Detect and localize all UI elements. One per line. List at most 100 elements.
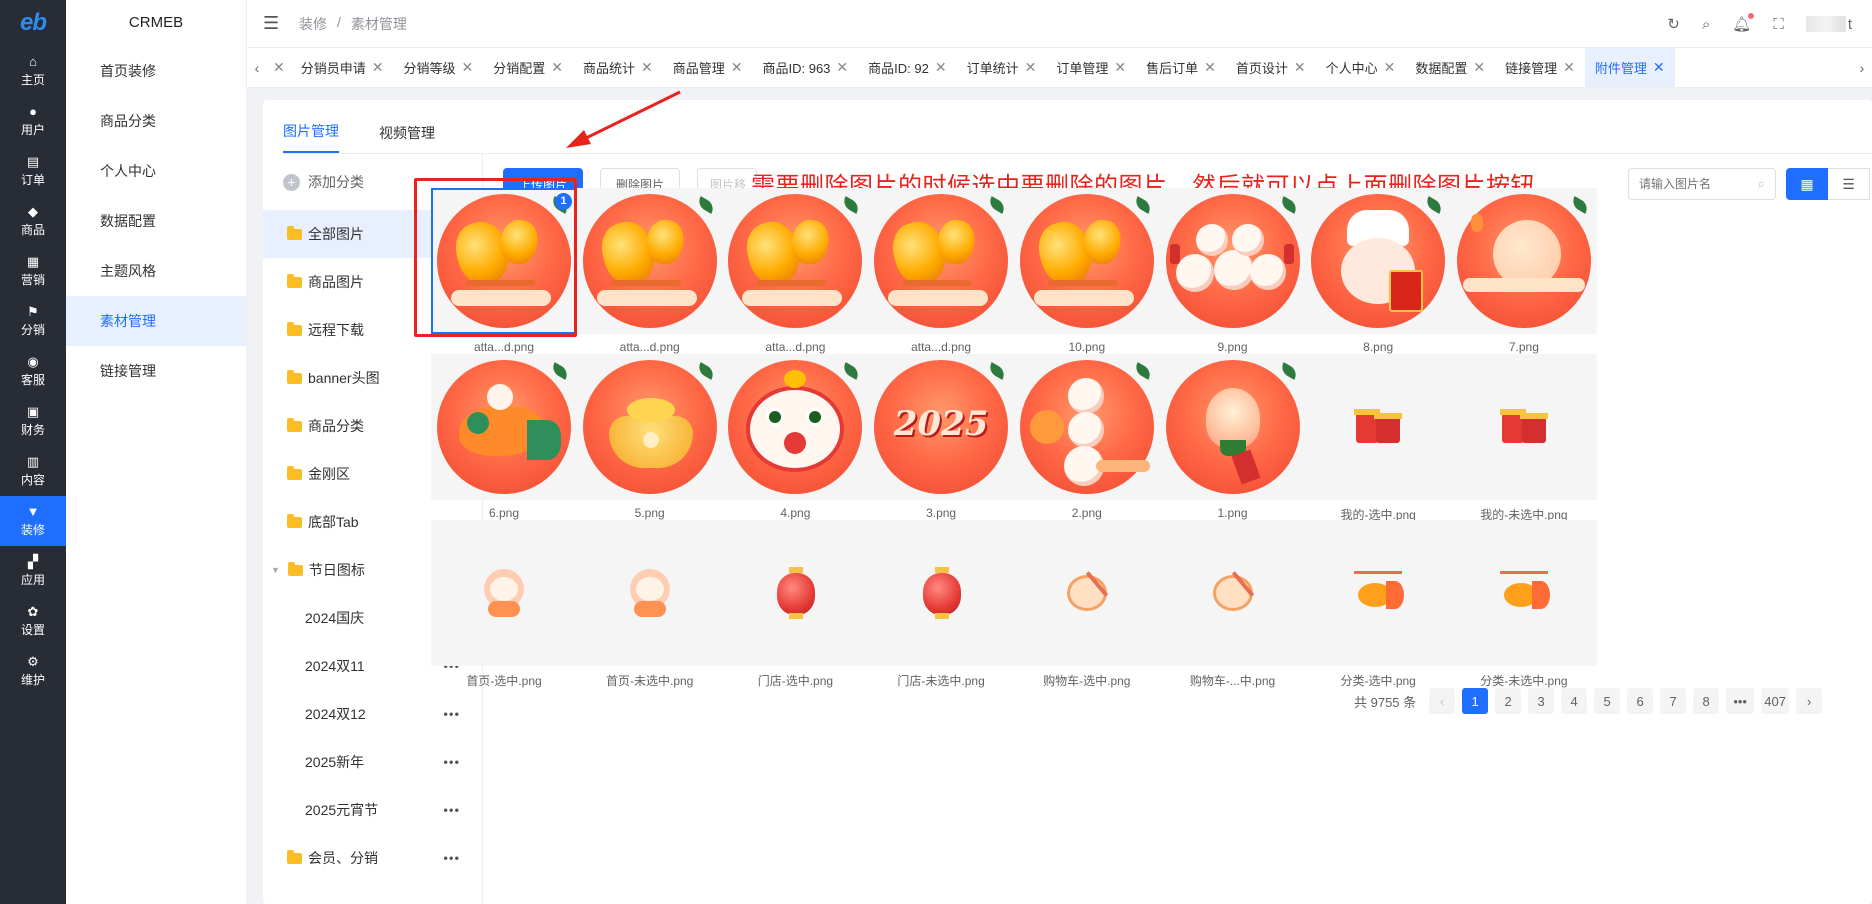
image-thumbnail[interactable]: 2025: [868, 354, 1015, 500]
page-button[interactable]: 407: [1761, 688, 1790, 714]
brand-logo[interactable]: eb: [0, 0, 66, 46]
image-thumbnail[interactable]: [1013, 188, 1160, 334]
tabs-scroll-left-icon[interactable]: ‹: [247, 60, 267, 76]
image-search-input[interactable]: [1639, 177, 1739, 191]
category-item[interactable]: 2025元宵节 •••: [263, 786, 482, 834]
rail-item-content[interactable]: ▥ 内容: [0, 446, 66, 496]
image-item[interactable]: 首页-选中.png: [431, 520, 577, 689]
image-thumbnail[interactable]: [431, 520, 577, 666]
more-icon[interactable]: •••: [443, 851, 460, 866]
close-icon[interactable]: ✕: [372, 59, 384, 76]
image-thumbnail[interactable]: [576, 520, 723, 666]
tab-video-management[interactable]: 视频管理: [379, 123, 435, 153]
search-icon[interactable]: ⌕: [1702, 16, 1710, 33]
image-item[interactable]: 门店-选中.png: [722, 520, 869, 689]
sub-menu-item[interactable]: 商品分类: [66, 96, 246, 146]
tab-item[interactable]: 商品统计 ✕: [573, 48, 663, 87]
sub-menu-item[interactable]: 链接管理: [66, 346, 246, 396]
close-icon[interactable]: ✕: [731, 59, 743, 76]
image-item[interactable]: 首页-未选中.png: [576, 520, 723, 689]
page-button[interactable]: 8: [1693, 688, 1720, 714]
image-thumbnail[interactable]: [1159, 520, 1306, 666]
image-thumbnail[interactable]: [868, 520, 1015, 666]
sub-menu-item[interactable]: 素材管理: [66, 296, 246, 346]
image-item[interactable]: 4.png: [722, 354, 869, 520]
caret-down-icon[interactable]: ▼: [271, 565, 280, 575]
close-icon[interactable]: ✕: [1653, 59, 1665, 76]
tab-item[interactable]: 个人中心 ✕: [1316, 48, 1406, 87]
page-button[interactable]: 6: [1627, 688, 1654, 714]
image-thumbnail[interactable]: [431, 354, 577, 500]
tab-item[interactable]: 分销等级 ✕: [393, 48, 483, 87]
image-thumbnail[interactable]: [868, 188, 1015, 334]
close-icon[interactable]: ✕: [1384, 59, 1396, 76]
image-thumbnail[interactable]: [1159, 354, 1306, 500]
menu-fold-icon[interactable]: ☰: [263, 13, 283, 34]
rail-item-user[interactable]: ● 用户: [0, 96, 66, 146]
category-item[interactable]: 2025新年 •••: [263, 738, 482, 786]
image-thumbnail[interactable]: [722, 354, 869, 500]
close-icon[interactable]: ✕: [1294, 59, 1306, 76]
tab-image-management[interactable]: 图片管理: [283, 121, 339, 153]
image-item[interactable]: 5.png: [576, 354, 723, 520]
rail-item-home[interactable]: ⌂ 主页: [0, 46, 66, 96]
next-page-button[interactable]: ›: [1796, 688, 1823, 714]
page-button[interactable]: 4: [1561, 688, 1588, 714]
image-item[interactable]: 2025 3.png: [868, 354, 1015, 520]
sub-menu-item[interactable]: 数据配置: [66, 196, 246, 246]
tab-item[interactable]: 商品ID: 92 ✕: [858, 48, 956, 87]
prev-page-button[interactable]: ‹: [1429, 688, 1456, 714]
tab-item[interactable]: 订单统计 ✕: [957, 48, 1047, 87]
rail-item-goods[interactable]: ◆ 商品: [0, 196, 66, 246]
image-thumbnail[interactable]: [1305, 188, 1452, 334]
fullscreen-icon[interactable]: ⛶: [1773, 16, 1784, 33]
image-thumbnail[interactable]: [1305, 520, 1452, 666]
sub-menu-item[interactable]: 主题风格: [66, 246, 246, 296]
image-item[interactable]: 分类-未选中.png: [1450, 520, 1597, 689]
image-item[interactable]: 6.png: [431, 354, 577, 520]
more-icon[interactable]: •••: [443, 755, 460, 770]
rail-item-marketing[interactable]: ▦ 营销: [0, 246, 66, 296]
image-thumbnail[interactable]: [576, 188, 723, 334]
grid-view-toggle[interactable]: ▦: [1786, 168, 1828, 200]
tab-close-hidden[interactable]: ✕: [267, 48, 291, 87]
image-thumbnail[interactable]: [576, 354, 723, 500]
image-thumbnail[interactable]: [1159, 188, 1306, 334]
page-button[interactable]: 3: [1528, 688, 1555, 714]
rail-item-maintain[interactable]: ⚙ 维护: [0, 646, 66, 696]
breadcrumb-item[interactable]: 装修: [299, 14, 327, 34]
list-view-toggle[interactable]: ☰: [1828, 168, 1870, 200]
rail-item-distribution[interactable]: ⚑ 分销: [0, 296, 66, 346]
sub-menu-item[interactable]: 个人中心: [66, 146, 246, 196]
image-item[interactable]: atta...d.png: [722, 188, 869, 354]
image-item[interactable]: 购物车-...中.png: [1159, 520, 1306, 689]
tab-item[interactable]: 链接管理 ✕: [1495, 48, 1585, 87]
close-icon[interactable]: ✕: [462, 59, 474, 76]
tab-item[interactable]: 附件管理 ✕: [1584, 48, 1675, 87]
image-item[interactable]: 我的-选中.png: [1305, 354, 1452, 523]
image-item[interactable]: 购物车-选中.png: [1013, 520, 1160, 689]
image-thumbnail[interactable]: [1305, 354, 1452, 500]
image-thumbnail[interactable]: [722, 188, 869, 334]
close-icon[interactable]: ✕: [273, 59, 285, 76]
sub-menu-item[interactable]: 首页装修: [66, 46, 246, 96]
image-thumbnail[interactable]: [1450, 520, 1597, 666]
tab-item[interactable]: 首页设计 ✕: [1226, 48, 1316, 87]
page-button[interactable]: 1: [1462, 688, 1489, 714]
image-thumbnail[interactable]: [1013, 520, 1160, 666]
image-item[interactable]: 2.png: [1013, 354, 1160, 520]
category-item[interactable]: 会员、分销 •••: [263, 834, 482, 882]
more-pages-button[interactable]: •••: [1726, 688, 1755, 714]
page-button[interactable]: 2: [1495, 688, 1522, 714]
search-icon[interactable]: ⌕: [1758, 176, 1765, 192]
image-thumbnail[interactable]: [1450, 354, 1597, 500]
image-item[interactable]: 9.png: [1159, 188, 1306, 354]
image-item[interactable]: atta...d.png: [576, 188, 723, 354]
image-item[interactable]: 7.png: [1450, 188, 1597, 354]
tab-item[interactable]: 订单管理 ✕: [1046, 48, 1136, 87]
close-icon[interactable]: ✕: [641, 59, 653, 76]
image-item[interactable]: atta...d.png: [868, 188, 1015, 354]
rail-item-finance[interactable]: ▣ 财务: [0, 396, 66, 446]
close-icon[interactable]: ✕: [836, 59, 848, 76]
user-menu[interactable]: t: [1805, 16, 1852, 33]
